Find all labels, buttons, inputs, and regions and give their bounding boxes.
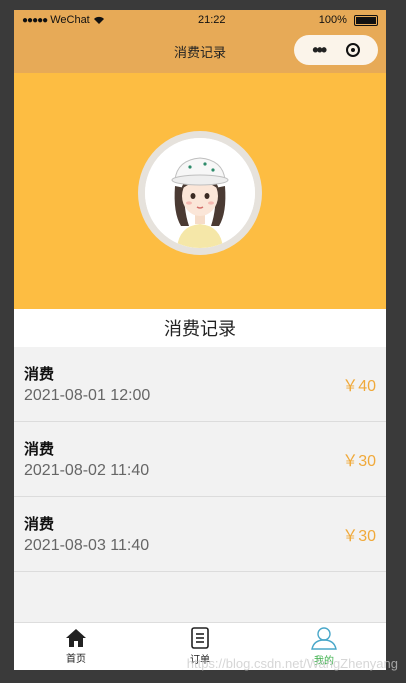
record-type: 消费 [24, 516, 55, 533]
more-menu-button[interactable]: ••• [312, 41, 327, 59]
watermark-text: https://blog.csdn.net/WangZhenyang [186, 656, 398, 671]
record-time: 2021-08-03 11:40 [24, 537, 150, 554]
record-type: 消费 [24, 441, 55, 458]
wifi-icon [93, 16, 104, 24]
nav-bar: 消费记录 ••• [14, 30, 386, 73]
avatar-ring [138, 131, 262, 255]
order-icon [191, 627, 209, 649]
carrier-label: WeChat [50, 14, 90, 26]
signal-icon: ●●●●● [22, 14, 48, 26]
profile-banner [14, 73, 386, 309]
avatar[interactable] [145, 138, 255, 248]
record-time: 2021-08-02 11:40 [24, 462, 150, 479]
battery-percent: 100% [318, 14, 347, 26]
list-item[interactable]: 消费 2021-08-03 11:40 ￥30 [14, 497, 386, 572]
page-title: 消费记录 [173, 45, 226, 60]
list-item[interactable]: 消费 2021-08-01 12:00 ￥40 [14, 347, 386, 422]
record-amount: ￥40 [342, 378, 376, 395]
close-miniprogram-button[interactable] [345, 43, 360, 57]
phone-screen: ●●●●● WeChat 21:22 100% 消费记录 ••• 消费记录 消费… [14, 10, 386, 670]
battery-icon [353, 14, 378, 26]
record-amount: ￥30 [342, 453, 376, 470]
tab-home[interactable]: 首页 [14, 623, 138, 670]
user-icon [311, 627, 337, 650]
list-item[interactable]: 消费 2021-08-02 11:40 ￥30 [14, 422, 386, 497]
record-list: 消费 2021-08-01 12:00 ￥40 消费 2021-08-02 11… [14, 347, 386, 572]
status-bar: ●●●●● WeChat 21:22 100% [14, 10, 386, 30]
mini-program-capsule: ••• [294, 35, 378, 65]
status-time: 21:22 [198, 14, 226, 26]
home-icon [66, 629, 86, 647]
record-time: 2021-08-01 12:00 [24, 387, 151, 404]
avatar-illustration [145, 138, 255, 248]
tab-home-label: 首页 [66, 654, 86, 665]
section-title: 消费记录 [14, 309, 386, 347]
record-amount: ￥30 [342, 528, 376, 545]
record-type: 消费 [24, 366, 55, 383]
